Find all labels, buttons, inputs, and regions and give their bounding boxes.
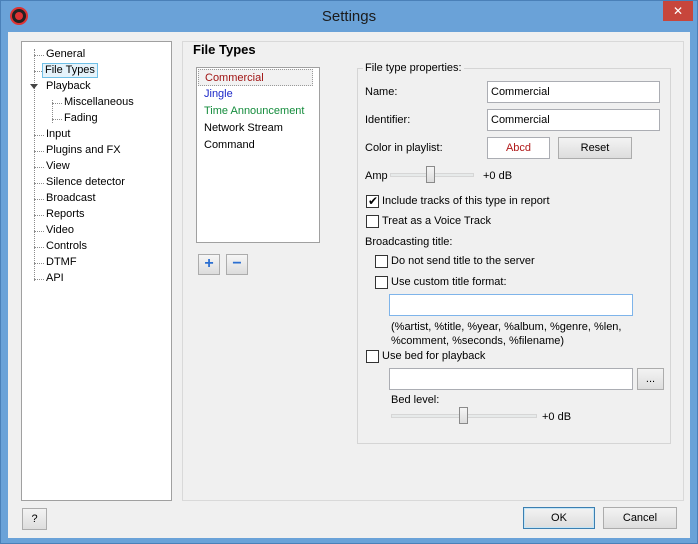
amp-value: +0 dB — [483, 170, 513, 182]
remove-file-type-button[interactable]: − — [226, 254, 248, 275]
add-file-type-button[interactable]: + — [198, 254, 220, 275]
tree-item-controls[interactable]: Controls — [44, 239, 89, 254]
broadcasting-title-label: Broadcasting title: — [365, 236, 453, 248]
cancel-button[interactable]: Cancel — [603, 507, 677, 529]
format-hint: (%artist, %title, %year, %album, %genre,… — [391, 321, 622, 347]
color-sample-box[interactable]: Abcd — [487, 137, 550, 159]
no-send-title-label: Do not send title to the server — [391, 255, 535, 267]
custom-title-checkbox[interactable] — [375, 276, 388, 289]
amp-label: Amp — [365, 170, 388, 182]
custom-title-label: Use custom title format: — [391, 276, 507, 288]
include-in-report-checkbox[interactable]: ✔ — [366, 194, 379, 208]
no-send-title-checkbox[interactable] — [375, 255, 388, 268]
properties-group-label: File type properties: — [363, 62, 464, 74]
tree-item-video[interactable]: Video — [44, 223, 76, 238]
name-label: Name: — [365, 86, 398, 98]
tree-item-plugins-fx[interactable]: Plugins and FX — [44, 143, 123, 158]
file-type-item[interactable]: Commercial — [198, 69, 313, 86]
settings-tree: General File Types Playback Miscellaneou… — [21, 41, 172, 501]
panel-title: File Types — [191, 42, 258, 57]
file-type-item[interactable]: Command — [198, 137, 318, 154]
voice-track-checkbox[interactable] — [366, 215, 379, 228]
bed-level-slider-thumb[interactable] — [459, 407, 468, 424]
file-types-panel: File Types Commercial Jingle Time Announ… — [182, 41, 684, 501]
include-in-report-label: Include tracks of this type in report — [382, 195, 550, 207]
tree-item-general[interactable]: General — [44, 47, 87, 62]
file-type-item[interactable]: Jingle — [198, 86, 318, 103]
identifier-label: Identifier: — [365, 114, 411, 126]
title-bar: Settings ✕ — [1, 1, 697, 32]
name-field[interactable]: Commercial — [487, 81, 660, 103]
file-type-item[interactable]: Network Stream — [198, 120, 318, 137]
file-type-properties-group: File type properties: Name: Commercial I… — [357, 62, 671, 444]
custom-title-format-input[interactable] — [389, 294, 633, 316]
use-bed-checkbox[interactable] — [366, 350, 379, 363]
bed-file-input[interactable] — [389, 368, 633, 390]
reset-color-button[interactable]: Reset — [558, 137, 632, 159]
settings-window: Settings ✕ General File Types Playback M… — [0, 0, 698, 544]
bed-level-label: Bed level: — [391, 394, 440, 406]
tree-item-fading[interactable]: Fading — [62, 111, 100, 126]
voice-track-label: Treat as a Voice Track — [382, 215, 492, 227]
tree-item-dtmf[interactable]: DTMF — [44, 255, 79, 270]
help-button[interactable]: ? — [22, 508, 47, 530]
tree-item-file-types[interactable]: File Types — [42, 63, 98, 78]
collapse-arrow-icon[interactable] — [30, 84, 38, 89]
tree-item-broadcast[interactable]: Broadcast — [44, 191, 98, 206]
dialog-body: General File Types Playback Miscellaneou… — [8, 32, 690, 538]
ok-button[interactable]: OK — [523, 507, 595, 529]
checkmark-icon: ✔ — [368, 194, 379, 208]
tree-item-api[interactable]: API — [44, 271, 66, 286]
tree-item-view[interactable]: View — [44, 159, 72, 174]
tree-item-reports[interactable]: Reports — [44, 207, 87, 222]
tree-item-silence-detector[interactable]: Silence detector — [44, 175, 127, 190]
bed-level-value: +0 dB — [542, 411, 572, 423]
close-button[interactable]: ✕ — [663, 1, 693, 21]
tree-item-playback[interactable]: Playback — [44, 79, 93, 94]
color-label: Color in playlist: — [365, 142, 443, 154]
window-title: Settings — [321, 8, 377, 25]
identifier-field[interactable]: Commercial — [487, 109, 660, 131]
amp-slider-thumb[interactable] — [426, 166, 435, 183]
file-type-list[interactable]: Commercial Jingle Time Announcement Netw… — [196, 67, 320, 243]
use-bed-label: Use bed for playback — [382, 350, 486, 362]
file-type-item[interactable]: Time Announcement — [198, 103, 318, 120]
browse-button[interactable]: ... — [637, 368, 664, 390]
tree-item-input[interactable]: Input — [44, 127, 72, 142]
tree-item-miscellaneous[interactable]: Miscellaneous — [62, 95, 136, 110]
